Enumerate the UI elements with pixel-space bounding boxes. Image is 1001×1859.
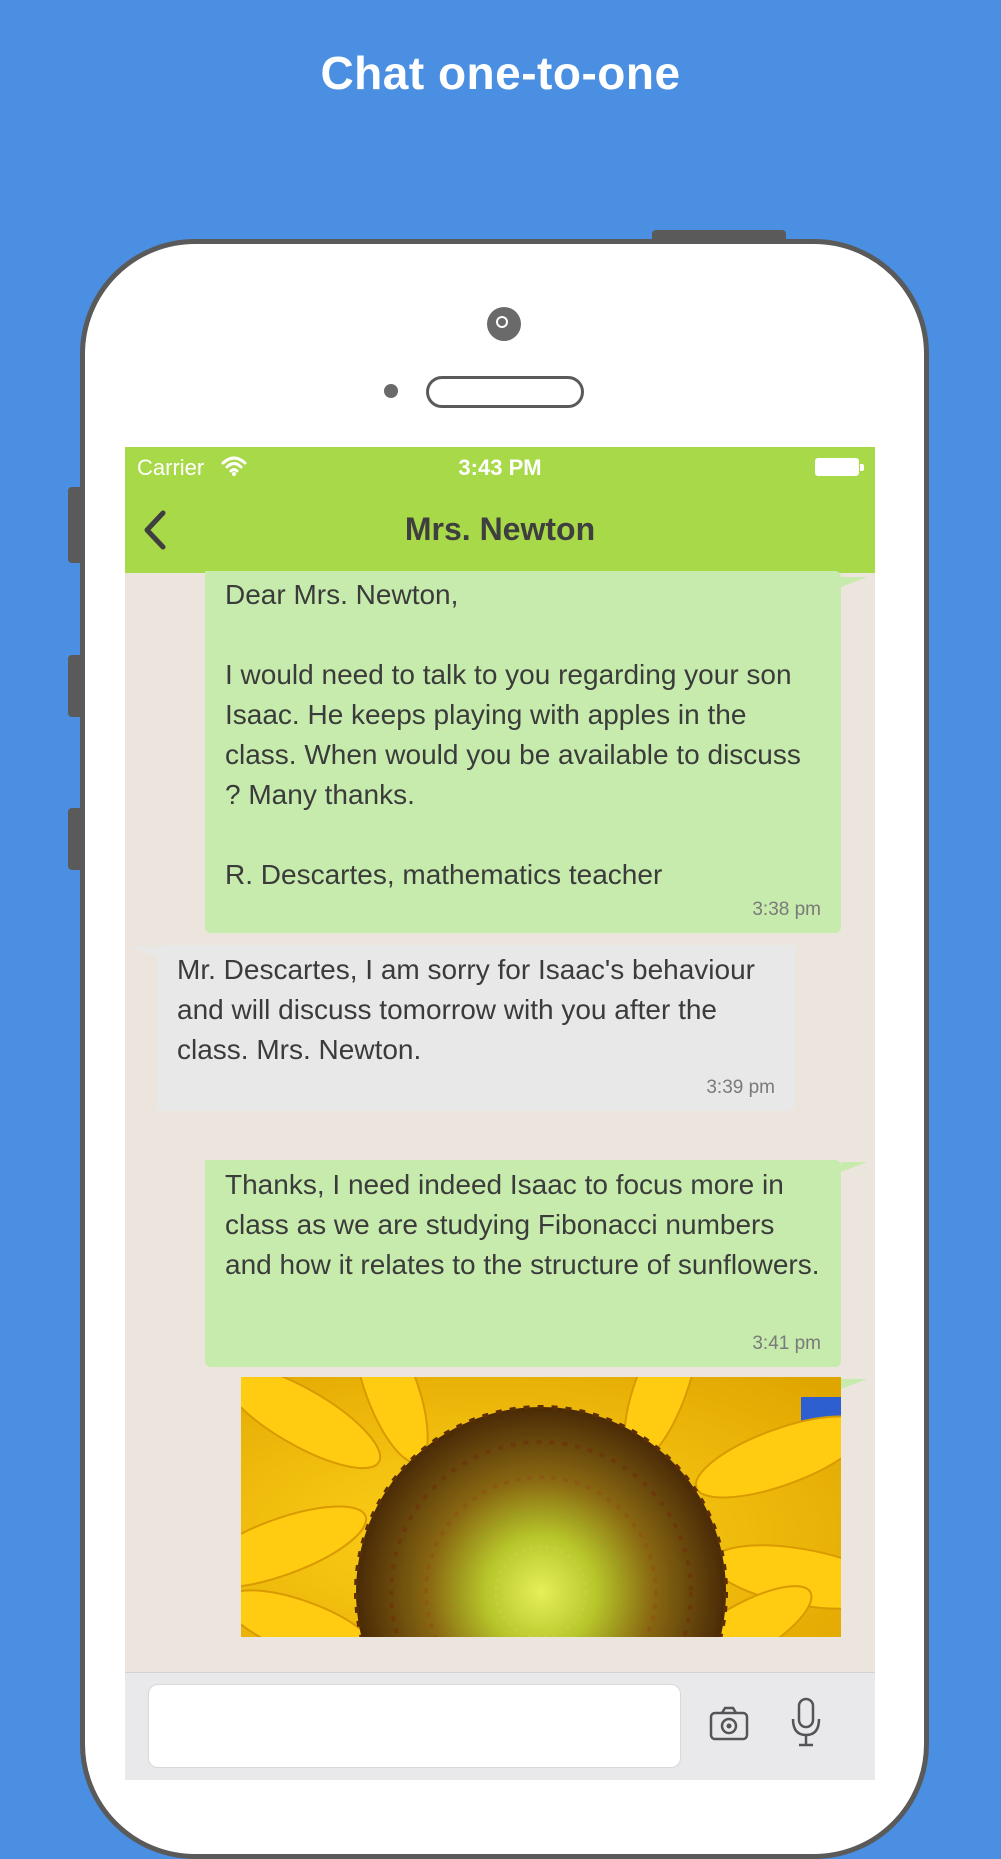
front-camera — [487, 307, 521, 341]
incoming-message[interactable]: Mr. Descartes, I am sorry for Isaac's be… — [157, 945, 795, 1111]
bubble-tail — [841, 1162, 867, 1172]
message-text: Dear Mrs. Newton, I would need to talk t… — [225, 579, 801, 890]
message-text: Thanks, I need indeed Isaac to focus mor… — [225, 1169, 820, 1280]
battery-tip — [860, 464, 864, 471]
nav-bar: Mrs. Newton — [125, 487, 875, 573]
image-message[interactable] — [241, 1377, 841, 1637]
sunflower-image — [241, 1377, 841, 1637]
message-time: 3:38 pm — [752, 899, 821, 920]
message-input[interactable] — [148, 1684, 681, 1768]
microphone-icon[interactable] — [789, 1697, 823, 1749]
outgoing-message[interactable]: Thanks, I need indeed Isaac to focus mor… — [205, 1160, 841, 1367]
phone-screen: Carrier 3:43 PM Mrs. Newton Dear Mrs. Ne… — [125, 447, 875, 1780]
outgoing-message[interactable]: Dear Mrs. Newton, I would need to talk t… — [205, 571, 841, 933]
bubble-tail — [841, 1379, 867, 1389]
bubble-tail — [131, 947, 157, 957]
message-time: 3:39 pm — [706, 1077, 775, 1098]
battery-icon — [815, 458, 859, 476]
message-list[interactable]: Dear Mrs. Newton, I would need to talk t… — [125, 571, 875, 1637]
status-time: 3:43 PM — [458, 455, 542, 480]
proximity-sensor — [384, 384, 398, 398]
message-time: 3:41 pm — [752, 1333, 821, 1354]
chat-title: Mrs. Newton — [404, 511, 596, 547]
camera-icon[interactable] — [707, 1703, 751, 1743]
bubble-tail — [841, 577, 867, 587]
message-text: Mr. Descartes, I am sorry for Isaac's be… — [177, 954, 763, 1065]
earpiece-speaker — [426, 376, 584, 408]
message-input-bar — [125, 1672, 875, 1780]
headline: Chat one-to-one — [320, 47, 681, 99]
status-bar: Carrier 3:43 PM — [125, 447, 875, 487]
